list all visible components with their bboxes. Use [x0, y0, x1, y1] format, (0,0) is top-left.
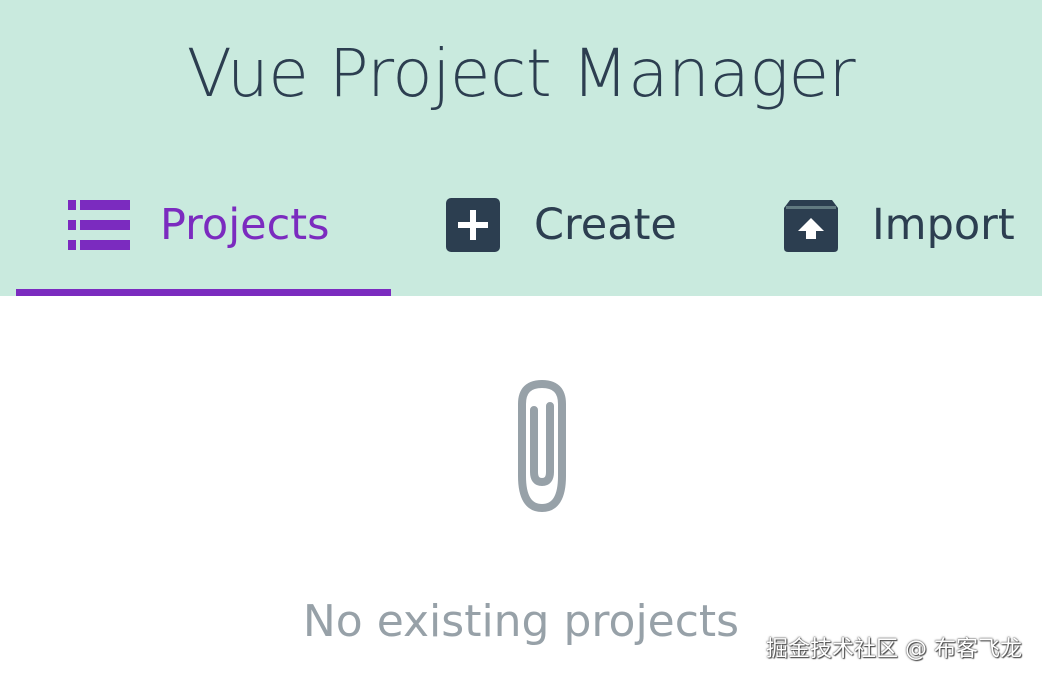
list-icon: [68, 200, 130, 250]
unarchive-icon: [784, 198, 838, 252]
tab-import-label: Import: [872, 200, 1015, 250]
tab-projects[interactable]: Projects: [16, 162, 391, 288]
tab-create[interactable]: Create: [446, 162, 677, 288]
app-header: Vue Project Manager Projects Create Impo…: [0, 0, 1042, 296]
watermark: 掘金技术社区 @ 布客飞龙: [766, 637, 1022, 662]
tab-create-label: Create: [534, 200, 677, 250]
plus-box-icon: [446, 198, 500, 252]
tab-import[interactable]: Import: [784, 162, 1015, 288]
tab-projects-label: Projects: [160, 200, 330, 250]
active-tab-indicator: [16, 289, 391, 296]
paperclip-icon: [500, 376, 584, 520]
tab-bar: Projects Create Import: [0, 170, 1042, 296]
page-title: Vue Project Manager: [186, 35, 856, 112]
